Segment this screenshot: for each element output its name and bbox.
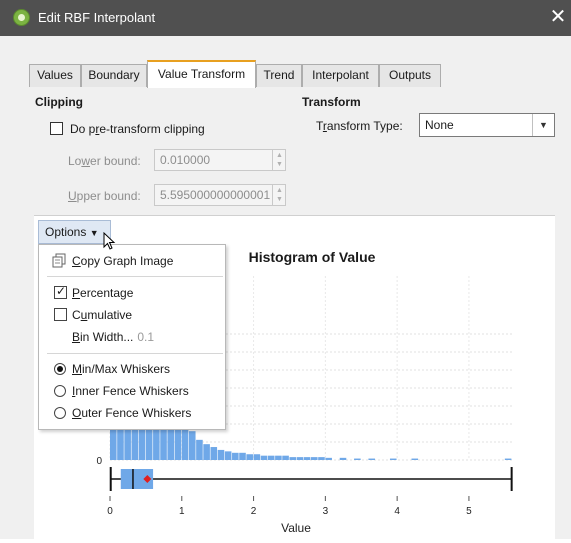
histogram-bar	[224, 451, 232, 460]
lower-bound-label: Lower bound:	[68, 154, 141, 168]
tab-trend[interactable]: Trend	[256, 64, 302, 87]
tab-interpolant[interactable]: Interpolant	[302, 64, 379, 87]
chevron-down-icon[interactable]: ▼	[532, 114, 554, 136]
x-tick-label: 0	[107, 506, 113, 517]
menu-inner-fence-whiskers[interactable]: Inner Fence Whiskers	[39, 380, 227, 402]
histogram-bar	[253, 454, 261, 460]
mouse-cursor-icon	[103, 232, 116, 250]
chart-title: Histogram of Value	[249, 249, 376, 265]
x-tick-label: 1	[179, 506, 185, 517]
x-tick-label: 4	[394, 506, 400, 517]
pre-transform-label[interactable]: Do pre-transform clipping	[70, 122, 205, 136]
outer-fence-radio[interactable]	[54, 407, 66, 419]
transform-type-label: Transform Type:	[316, 119, 403, 133]
histogram-bar	[389, 458, 397, 460]
transform-type-select[interactable]: None ▼	[419, 113, 555, 137]
x-axis-label: Value	[281, 521, 311, 535]
app-icon	[13, 9, 30, 26]
histogram-bar	[267, 455, 275, 460]
histogram-bar	[311, 457, 318, 460]
histogram-bar	[282, 455, 289, 460]
transform-heading: Transform	[302, 95, 361, 109]
histogram-bar	[203, 444, 210, 460]
transform-type-value: None	[425, 118, 454, 132]
histogram-bar	[318, 457, 325, 460]
x-tick-label: 2	[251, 506, 257, 517]
close-button[interactable]: ✕	[545, 0, 571, 36]
histogram-bar	[411, 458, 419, 460]
histogram-bar	[260, 455, 268, 460]
cumulative-checkbox[interactable]	[54, 308, 67, 321]
inner-fence-radio[interactable]	[54, 385, 66, 397]
histogram-bar	[289, 457, 297, 460]
histogram-bar	[368, 458, 376, 460]
menu-bin-width[interactable]: Bin Width... 0.1	[39, 326, 227, 348]
tab-outputs[interactable]: Outputs	[379, 64, 441, 87]
menu-cumulative[interactable]: Cumulative	[39, 304, 227, 326]
histogram-bar	[325, 457, 332, 460]
histogram-bar	[210, 447, 218, 460]
lower-bound-input[interactable]: 0.010000 ▲ ▼	[154, 149, 286, 171]
histogram-bar	[354, 458, 361, 460]
menu-separator	[47, 353, 223, 354]
histogram-bar	[217, 449, 225, 460]
histogram-bar	[196, 439, 203, 460]
tab-value-transform[interactable]: Value Transform	[147, 60, 256, 88]
upper-bound-label: Upper bound:	[68, 189, 141, 203]
x-tick-label: 5	[466, 506, 472, 517]
tab-boundary[interactable]: Boundary	[81, 64, 147, 87]
x-tick-label: 3	[323, 506, 329, 517]
histogram-bar	[246, 454, 253, 460]
histogram-bar	[275, 455, 282, 460]
histogram-bar	[239, 452, 246, 460]
menu-minmax-whiskers[interactable]: Min/Max Whiskers	[39, 358, 227, 380]
options-button[interactable]: Options ▼	[38, 220, 111, 244]
menu-outer-fence-whiskers[interactable]: Outer Fence Whiskers	[39, 402, 227, 424]
tab-values[interactable]: Values	[29, 64, 81, 87]
clipping-heading: Clipping	[35, 95, 83, 109]
histogram-bar	[188, 431, 196, 460]
upper-bound-input[interactable]: 5.595000000000001 ▲ ▼	[154, 184, 286, 206]
percentage-checkbox[interactable]	[54, 284, 67, 299]
upper-bound-stepper[interactable]: ▲ ▼	[272, 185, 285, 205]
histogram-bar	[339, 457, 347, 460]
dropdown-arrow-icon: ▼	[89, 228, 99, 238]
minmax-radio[interactable]	[54, 363, 66, 375]
copy-icon	[52, 253, 66, 268]
menu-copy-graph-image[interactable]: Copy Graph Image	[39, 250, 227, 272]
histogram-bar	[296, 457, 304, 460]
histogram-bar	[303, 457, 311, 460]
menu-percentage[interactable]: Percentage	[39, 282, 227, 304]
y-tick-label: 0	[96, 456, 102, 467]
lower-bound-stepper[interactable]: ▲ ▼	[272, 150, 285, 170]
pre-transform-checkbox[interactable]	[50, 122, 63, 135]
options-menu: Copy Graph Image Percentage Cumulative B…	[38, 244, 226, 430]
histogram-bar	[504, 458, 512, 460]
menu-separator	[47, 276, 223, 277]
title-bar: Edit RBF Interpolant ✕	[0, 0, 571, 36]
window-title: Edit RBF Interpolant	[38, 10, 156, 25]
histogram-bar	[232, 452, 239, 460]
